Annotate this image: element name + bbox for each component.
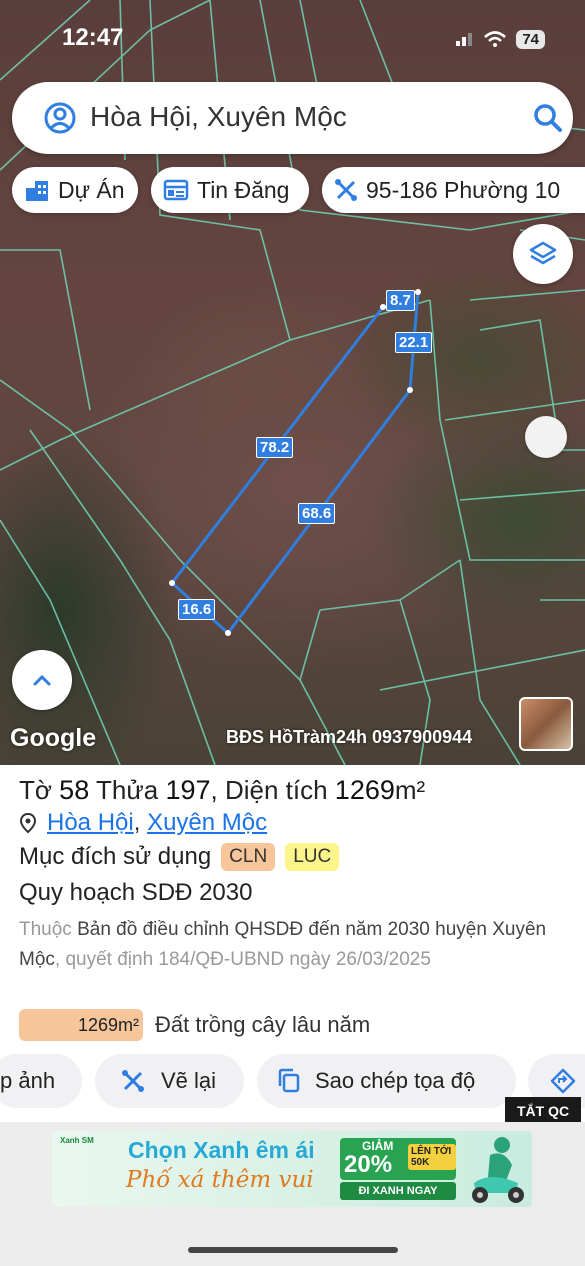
- ad-banner[interactable]: Xanh SM Chọn Xanh êm ái Phố xá thêm vui …: [52, 1131, 532, 1207]
- sheet-number: 58: [59, 775, 90, 805]
- building-icon: [26, 181, 48, 201]
- scooter-rider-illustration: [472, 1137, 524, 1203]
- chip-label: 95-186 Phường 10: [366, 176, 561, 203]
- plan-title: Quy hoạch SDĐ 2030: [19, 879, 253, 906]
- layers-button[interactable]: [513, 224, 573, 284]
- desc-prefix: Thuộc: [19, 919, 72, 940]
- area-value: 1269: [334, 775, 395, 805]
- search-bar[interactable]: Hòa Hội, Xuyên Mộc: [12, 82, 573, 154]
- ad-cta: ĐI XANH NGAY: [340, 1182, 456, 1200]
- parcel-location: Hòa Hội, Xuyên Mộc: [19, 809, 267, 837]
- copy-coordinates-button[interactable]: Sao chép tọa độ: [257, 1054, 516, 1108]
- purpose-tag-luc: LUC: [285, 843, 340, 871]
- expand-sheet-button[interactable]: [12, 650, 72, 710]
- land-use-purpose: Mục đích sử dụng CLN LUC: [19, 843, 340, 871]
- directions-icon: [550, 1068, 576, 1094]
- copy-button-label: Sao chép tọa độ: [315, 1068, 476, 1093]
- segment-length-label: 16.6: [178, 599, 216, 620]
- streetview-thumbnail[interactable]: [519, 697, 573, 751]
- purpose-tag-cln: CLN: [221, 843, 276, 871]
- purpose-label: Mục đích sử dụng: [19, 843, 212, 870]
- ad-headline: Chọn Xanh êm ái: [128, 1137, 315, 1163]
- commune-link[interactable]: Hòa Hội: [47, 809, 134, 837]
- redraw-button-label: Vẽ lại: [161, 1068, 217, 1093]
- parcel-title: Tờ 58 Thửa 197, Diện tích 1269m²: [19, 775, 425, 806]
- map-watermark: BĐS HồTràm24h 0937900944: [226, 727, 473, 747]
- map-pin-handle[interactable]: [525, 416, 567, 458]
- ruler-icon: [335, 179, 357, 201]
- ad-brand: Xanh SM: [60, 1136, 94, 1145]
- battery-indicator: 74: [516, 29, 545, 49]
- redraw-button[interactable]: Vẽ lại: [95, 1054, 244, 1108]
- ruler-icon: [122, 1070, 144, 1092]
- status-icons: 74: [456, 24, 545, 54]
- wifi-icon: [484, 31, 507, 47]
- legend-label: Đất trồng cây lâu năm: [155, 1012, 371, 1037]
- legend-area-box: 1269m²: [19, 1009, 143, 1041]
- status-time: 12:47: [62, 24, 124, 51]
- chip-label: Dự Án: [58, 176, 125, 203]
- ad-area: Xanh SM Chọn Xanh êm ái Phố xá thêm vui …: [0, 1122, 585, 1266]
- ad-tagline: Phố xá thêm vui: [126, 1167, 314, 1193]
- segment-length-label: 22.1: [395, 332, 433, 353]
- chip-measure[interactable]: 95-186 Phường 10: [322, 167, 585, 213]
- district-link[interactable]: Xuyên Mộc: [147, 809, 267, 837]
- signal-icon: [456, 33, 473, 46]
- search-input[interactable]: Hòa Hội, Xuyên Mộc: [90, 101, 347, 133]
- area-label: , Diện tích: [210, 775, 328, 805]
- parcel-info-sheet: Tờ 58 Thửa 197, Diện tích 1269m² Hòa Hội…: [0, 765, 585, 1266]
- ad-discount: 20%: [344, 1151, 393, 1178]
- segment-length-label: 8.7: [386, 290, 415, 311]
- ad-promo: GIẢM 20% LÊN TỚI 50K: [340, 1138, 456, 1180]
- photo-button[interactable]: p ảnh: [0, 1054, 82, 1108]
- location-pin-icon: [19, 812, 37, 834]
- layers-icon: [529, 241, 557, 265]
- listing-icon: [163, 179, 189, 201]
- search-icon[interactable]: [533, 103, 563, 133]
- segment-length-label: 78.2: [256, 437, 294, 458]
- close-ad-button[interactable]: TẮT QC: [505, 1097, 582, 1125]
- home-indicator: [188, 1247, 398, 1253]
- map-view[interactable]: 8.7 22.1 78.2 68.6 16.6 12:47 74 Hòa Hội…: [0, 0, 585, 765]
- chip-label: Tin Đăng: [197, 176, 290, 203]
- chevron-up-icon: [33, 674, 51, 686]
- google-logo: Google: [10, 724, 97, 752]
- plot-label: Thửa: [95, 775, 159, 805]
- area-unit: m²: [394, 775, 426, 805]
- ad-max: LÊN TỚI 50K: [408, 1144, 456, 1170]
- chip-du-an[interactable]: Dự Án: [12, 167, 138, 213]
- segment-length-label: 68.6: [298, 503, 336, 524]
- desc-suffix: , quyết định 184/QĐ-UBND ngày 26/03/2025: [54, 949, 431, 970]
- photo-button-label: p ảnh: [0, 1068, 56, 1093]
- plan-legend-row: 1269m² Đất trồng cây lâu năm: [19, 1009, 370, 1041]
- sheet-label: Tờ: [19, 775, 52, 805]
- plot-number: 197: [165, 775, 211, 805]
- plan-description: Thuộc Bản đồ điều chỉnh QHSDĐ đến năm 20…: [19, 915, 567, 975]
- copy-icon: [278, 1068, 300, 1093]
- user-icon[interactable]: [43, 101, 77, 135]
- chip-tin-dang[interactable]: Tin Đăng: [151, 167, 309, 213]
